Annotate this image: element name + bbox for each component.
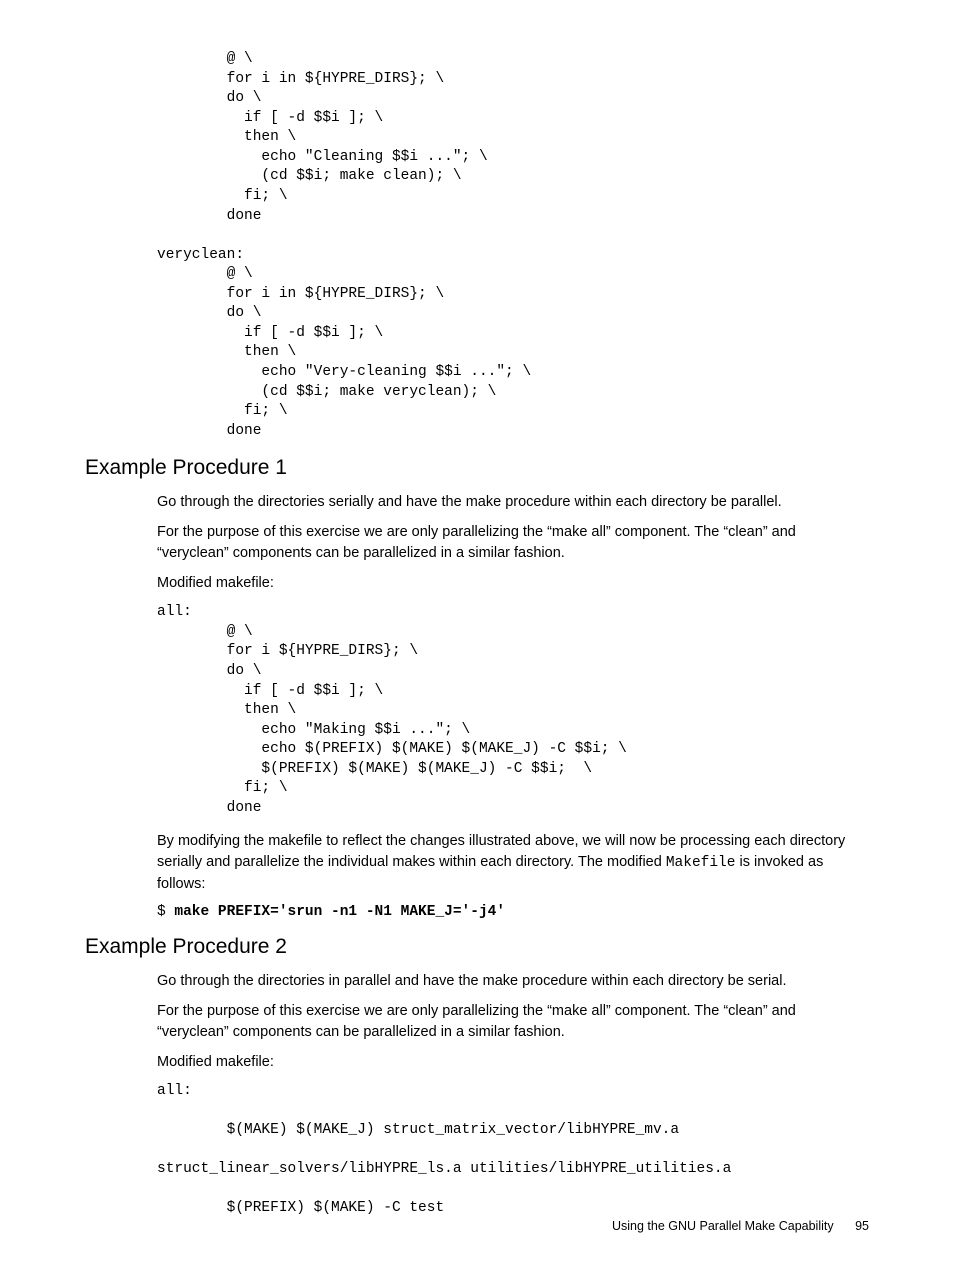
code-block-all-2: all: $(MAKE) $(MAKE_J) struct_matrix_vec… <box>157 1082 869 1219</box>
page-footer: Using the GNU Parallel Make Capability 9… <box>612 1219 869 1233</box>
code-block-all-1: all: @ \ for i ${HYPRE_DIRS}; \ do \ if … <box>157 603 869 818</box>
paragraph-1c: Modified makefile: <box>157 573 869 594</box>
paragraph-1d: By modifying the makefile to reflect the… <box>157 831 869 895</box>
inline-code-makefile: Makefile <box>666 855 736 871</box>
cmd-bold: make PREFIX='srun -n1 -N1 MAKE_J='-j4' <box>174 904 505 920</box>
command-line-1: $ make PREFIX='srun -n1 -N1 MAKE_J='-j4' <box>157 904 869 920</box>
paragraph-2c: Modified makefile: <box>157 1052 869 1073</box>
footer-text: Using the GNU Parallel Make Capability <box>612 1219 834 1233</box>
heading-example-procedure-2: Example Procedure 2 <box>85 935 869 959</box>
paragraph-2b: For the purpose of this exercise we are … <box>157 1001 869 1043</box>
paragraph-2a: Go through the directories in parallel a… <box>157 971 869 992</box>
heading-example-procedure-1: Example Procedure 1 <box>85 456 869 480</box>
code-block-top: @ \ for i in ${HYPRE_DIRS}; \ do \ if [ … <box>157 50 869 441</box>
page-number: 95 <box>855 1219 869 1233</box>
cmd-prompt: $ <box>157 904 174 920</box>
paragraph-1b: For the purpose of this exercise we are … <box>157 522 869 564</box>
paragraph-1a: Go through the directories serially and … <box>157 492 869 513</box>
